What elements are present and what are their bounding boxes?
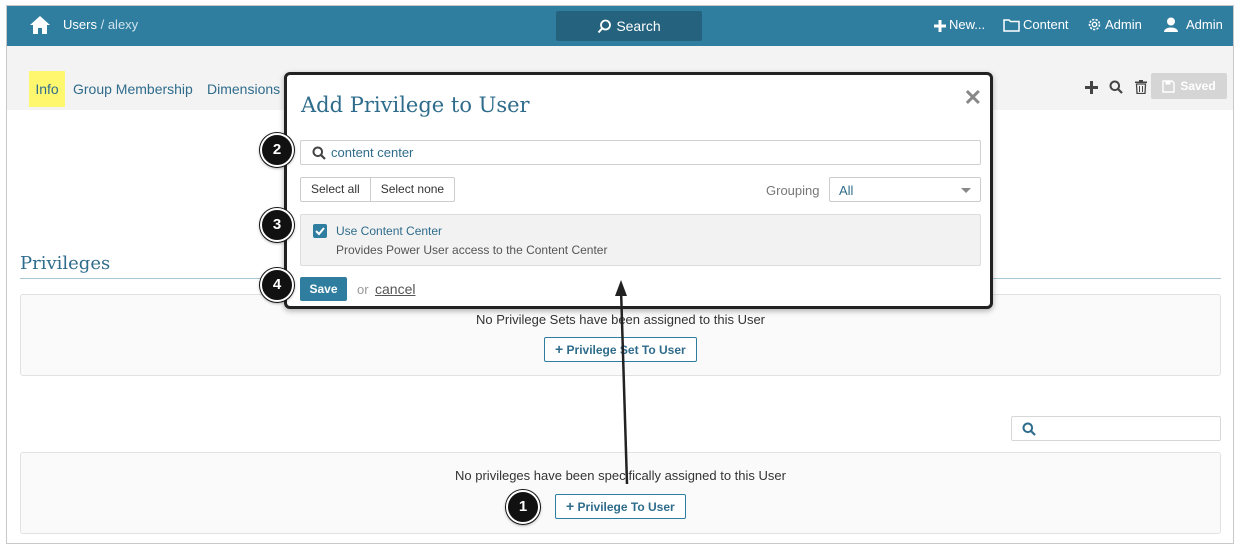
step-marker-1: 1: [506, 490, 540, 524]
step-marker-3: 3: [260, 208, 294, 242]
annotation-arrow: [615, 280, 629, 485]
app-window: Users / alexy Search New... Content Admi…: [6, 5, 1234, 544]
step-marker-2: 2: [260, 133, 294, 167]
step-marker-4: 4: [260, 268, 294, 302]
